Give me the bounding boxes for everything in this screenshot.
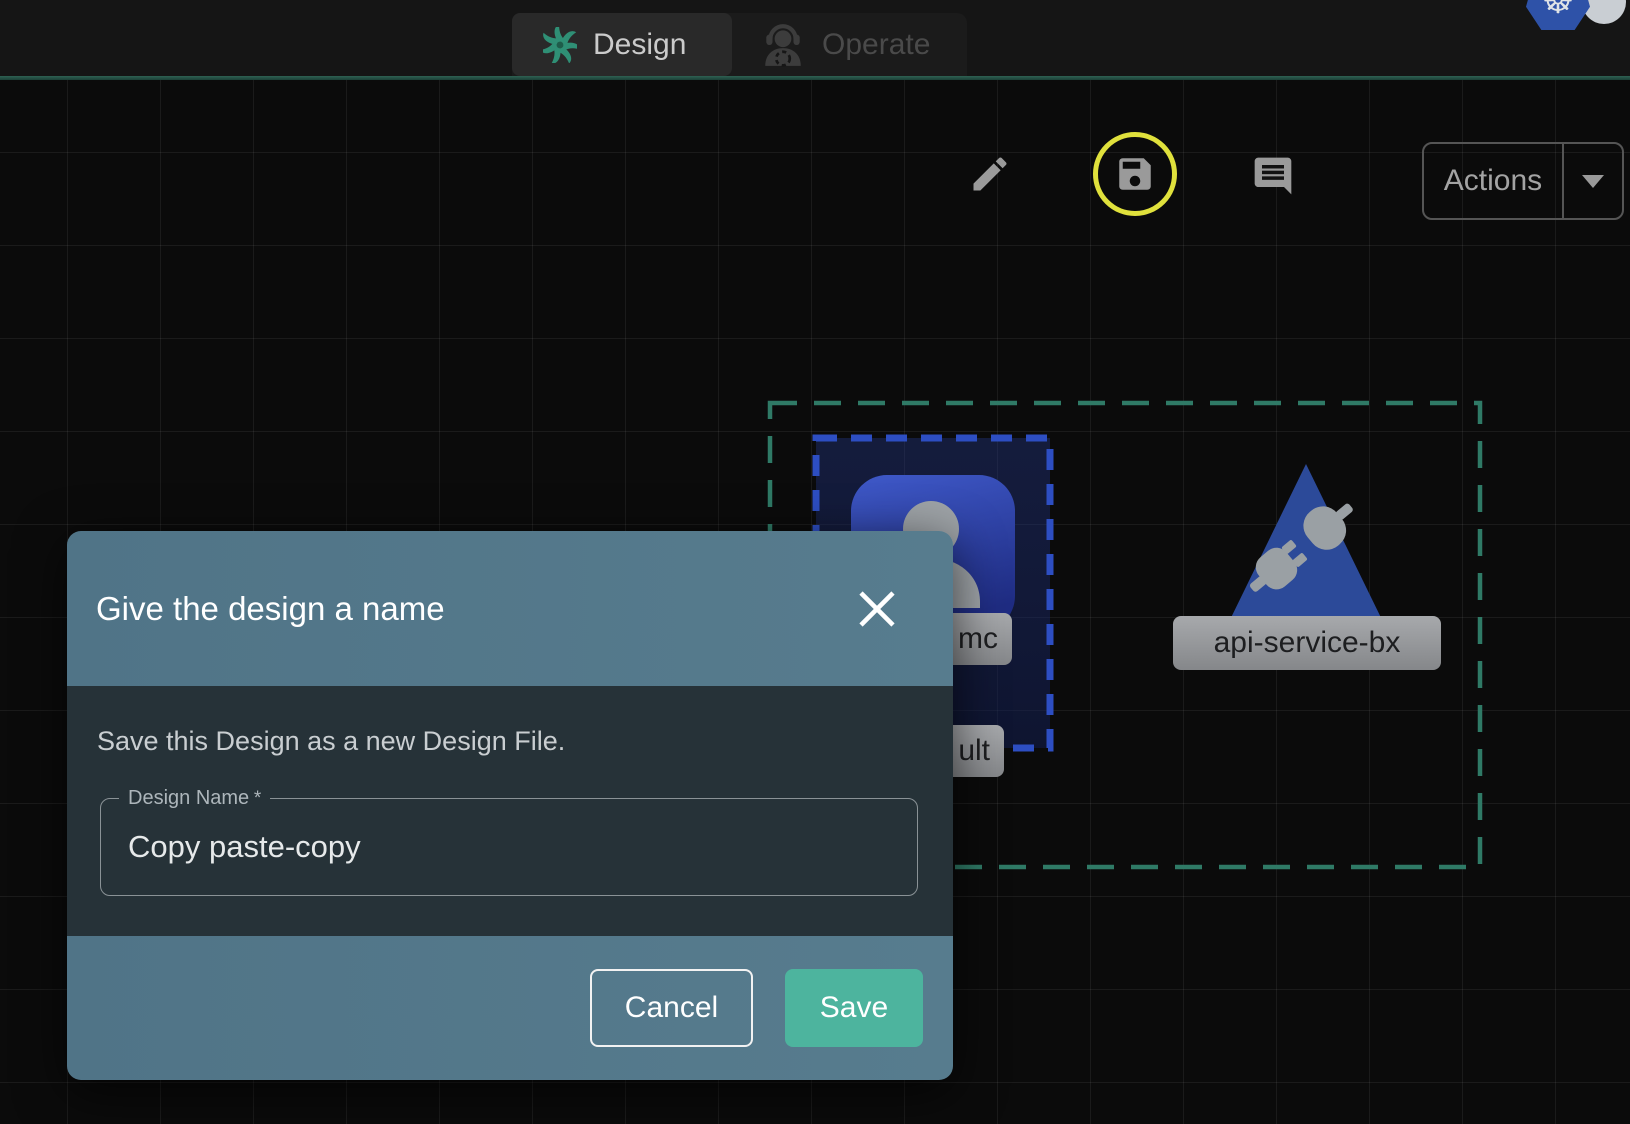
api-service-node-label[interactable]: api-service-bx bbox=[1173, 616, 1441, 670]
tab-design-label: Design bbox=[593, 28, 686, 62]
operate-headset-icon bbox=[760, 22, 806, 68]
tab-operate[interactable]: Operate bbox=[732, 13, 967, 76]
save-icon bbox=[1114, 153, 1156, 195]
kubernetes-context-badge[interactable]: ☸ bbox=[1520, 0, 1630, 32]
save-design-dialog: Give the design a name Save this Design … bbox=[67, 531, 953, 1080]
design-name-input[interactable] bbox=[101, 799, 917, 895]
kubernetes-logo-icon: ☸ bbox=[1526, 0, 1590, 30]
actions-button-label[interactable]: Actions bbox=[1424, 144, 1564, 218]
save-button[interactable]: Save bbox=[785, 969, 923, 1047]
close-button[interactable] bbox=[856, 588, 898, 630]
close-icon bbox=[856, 588, 898, 630]
mode-tabs: Design Operate bbox=[512, 13, 967, 76]
api-service-node[interactable] bbox=[1225, 464, 1387, 630]
actions-dropdown-toggle[interactable] bbox=[1564, 144, 1622, 218]
dialog-header: Give the design a name bbox=[67, 531, 953, 686]
plug-icon bbox=[1238, 489, 1365, 606]
comment-button[interactable] bbox=[1251, 154, 1295, 198]
dialog-description: Save this Design as a new Design File. bbox=[97, 726, 565, 757]
edit-button[interactable] bbox=[968, 152, 1012, 196]
tab-design[interactable]: Design bbox=[512, 13, 732, 76]
dialog-body: Save this Design as a new Design File. D… bbox=[67, 686, 953, 936]
edit-icon bbox=[968, 152, 1012, 196]
design-name-field: Design Name * bbox=[100, 798, 918, 896]
chevron-down-icon bbox=[1582, 175, 1604, 188]
cancel-button[interactable]: Cancel bbox=[590, 969, 753, 1047]
meshery-logo-icon bbox=[543, 27, 577, 63]
dialog-footer: Cancel Save bbox=[67, 936, 953, 1080]
comment-icon bbox=[1251, 154, 1295, 198]
top-navigation-bar: Design Operate ☸ bbox=[0, 0, 1630, 76]
save-highlight-ring bbox=[1093, 132, 1177, 216]
meshery-app: Design Operate ☸ bbox=[0, 0, 1630, 1124]
actions-button[interactable]: Actions bbox=[1422, 142, 1624, 220]
dialog-title: Give the design a name bbox=[96, 531, 445, 686]
save-design-button[interactable] bbox=[1112, 151, 1158, 197]
tab-operate-label: Operate bbox=[822, 28, 930, 62]
